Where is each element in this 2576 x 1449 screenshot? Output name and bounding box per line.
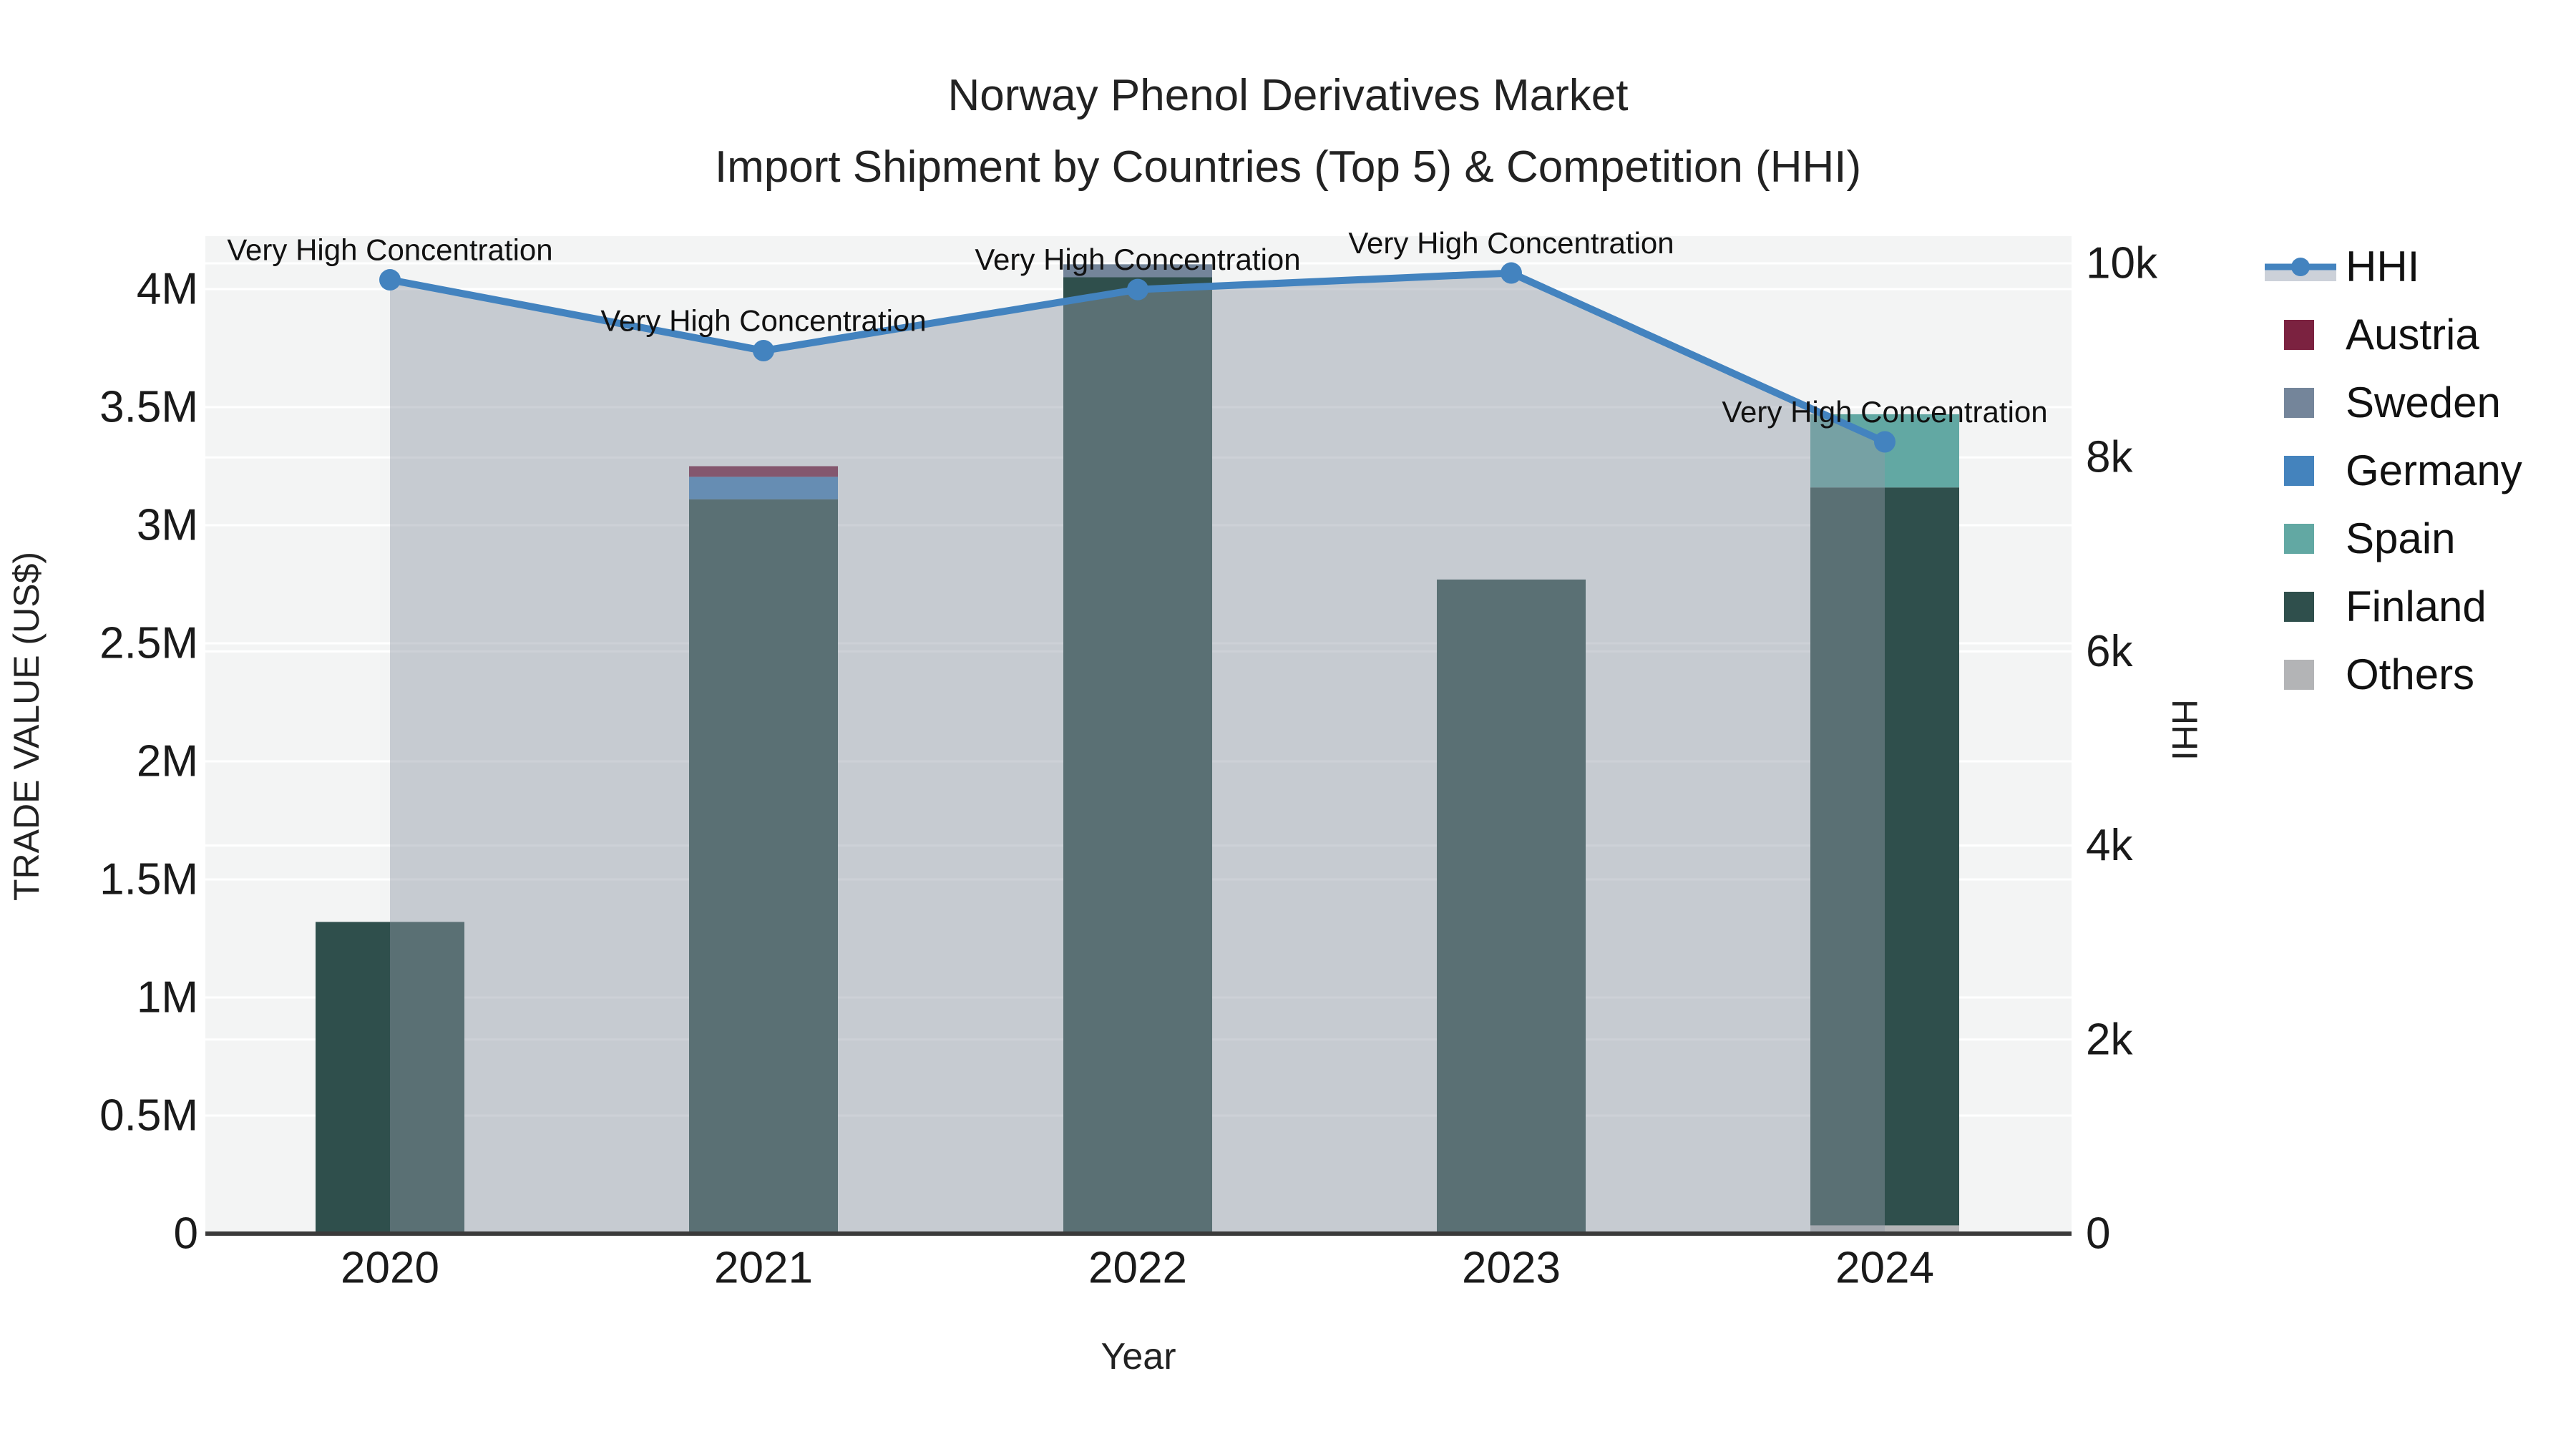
- legend-label: Finland: [2346, 582, 2487, 630]
- y-right-tick-label: 6k: [2086, 627, 2133, 676]
- hhi-marker-2022[interactable]: [1127, 278, 1148, 301]
- legend-item-sweden[interactable]: Sweden: [2261, 369, 2522, 436]
- annotation-2021: Very High Concentration: [600, 304, 926, 338]
- hhi-marker-2020[interactable]: [379, 269, 401, 291]
- legend-item-austria[interactable]: Austria: [2261, 301, 2522, 369]
- legend-item-germany[interactable]: Germany: [2261, 436, 2522, 504]
- x-axis-title: Year: [1101, 1336, 1176, 1377]
- hhi-marker-2024[interactable]: [1874, 431, 1896, 453]
- sweden-swatch-icon: [2261, 381, 2340, 424]
- germany-swatch-icon: [2261, 449, 2340, 492]
- hhi-line-icon: [2261, 245, 2340, 288]
- annotation-2022: Very High Concentration: [975, 243, 1300, 276]
- y-left-axis-title: TRADE VALUE (US$): [6, 551, 47, 902]
- legend-label: HHI: [2346, 243, 2420, 291]
- y-right-tick-label: 4k: [2086, 821, 2133, 870]
- x-tick-label-2022: 2022: [1088, 1244, 1187, 1293]
- x-tick-label-2023: 2023: [1462, 1244, 1561, 1293]
- y-left-tick-label: 0: [174, 1209, 198, 1259]
- legend-item-finland[interactable]: Finland: [2261, 572, 2522, 640]
- legend-label: Others: [2346, 650, 2475, 698]
- legend: HHI Austria Sweden Germany Spain Finland Other…: [2261, 233, 2522, 708]
- legend-label: Spain: [2346, 514, 2456, 562]
- legend-item-spain[interactable]: Spain: [2261, 504, 2522, 572]
- y-left-tick-label: 0.5M: [99, 1091, 198, 1141]
- austria-swatch-icon: [2261, 313, 2340, 356]
- y-right-tick-label: 8k: [2086, 433, 2133, 482]
- y-left-tick-label: 1M: [137, 973, 198, 1023]
- y-right-tick-label: 10k: [2086, 239, 2158, 288]
- x-tick-label-2021: 2021: [714, 1244, 813, 1293]
- hhi-marker-2023[interactable]: [1501, 262, 1522, 284]
- legend-label: Sweden: [2346, 379, 2501, 426]
- y-left-tick-label: 2M: [137, 737, 198, 786]
- y-left-tick-label: 2.5M: [99, 619, 198, 668]
- others-swatch-icon: [2261, 653, 2340, 696]
- spain-swatch-icon: [2261, 517, 2340, 560]
- annotation-2023: Very High Concentration: [1348, 226, 1674, 260]
- annotation-2020: Very High Concentration: [227, 233, 552, 267]
- y-left-tick-label: 3M: [137, 501, 198, 550]
- finland-swatch-icon: [2261, 585, 2340, 628]
- y-left-tick-label: 3.5M: [99, 383, 198, 432]
- legend-label: Germany: [2346, 447, 2522, 494]
- x-tick-label-2024: 2024: [1835, 1244, 1934, 1293]
- y-right-tick-label: 2k: [2086, 1015, 2133, 1064]
- legend-item-others[interactable]: Others: [2261, 640, 2522, 708]
- y-left-tick-label: 4M: [137, 265, 198, 314]
- hhi-marker-2021[interactable]: [753, 340, 774, 362]
- y-right-axis-title: HHI: [2165, 698, 2205, 761]
- x-tick-label-2020: 2020: [341, 1244, 439, 1293]
- annotation-2024: Very High Concentration: [1722, 395, 2047, 429]
- hhi-area-fill: [390, 273, 1885, 1234]
- legend-item-hhi[interactable]: HHI: [2261, 233, 2522, 301]
- legend-label: Austria: [2346, 311, 2479, 358]
- y-right-tick-label: 0: [2086, 1209, 2110, 1259]
- y-left-tick-label: 1.5M: [99, 855, 198, 904]
